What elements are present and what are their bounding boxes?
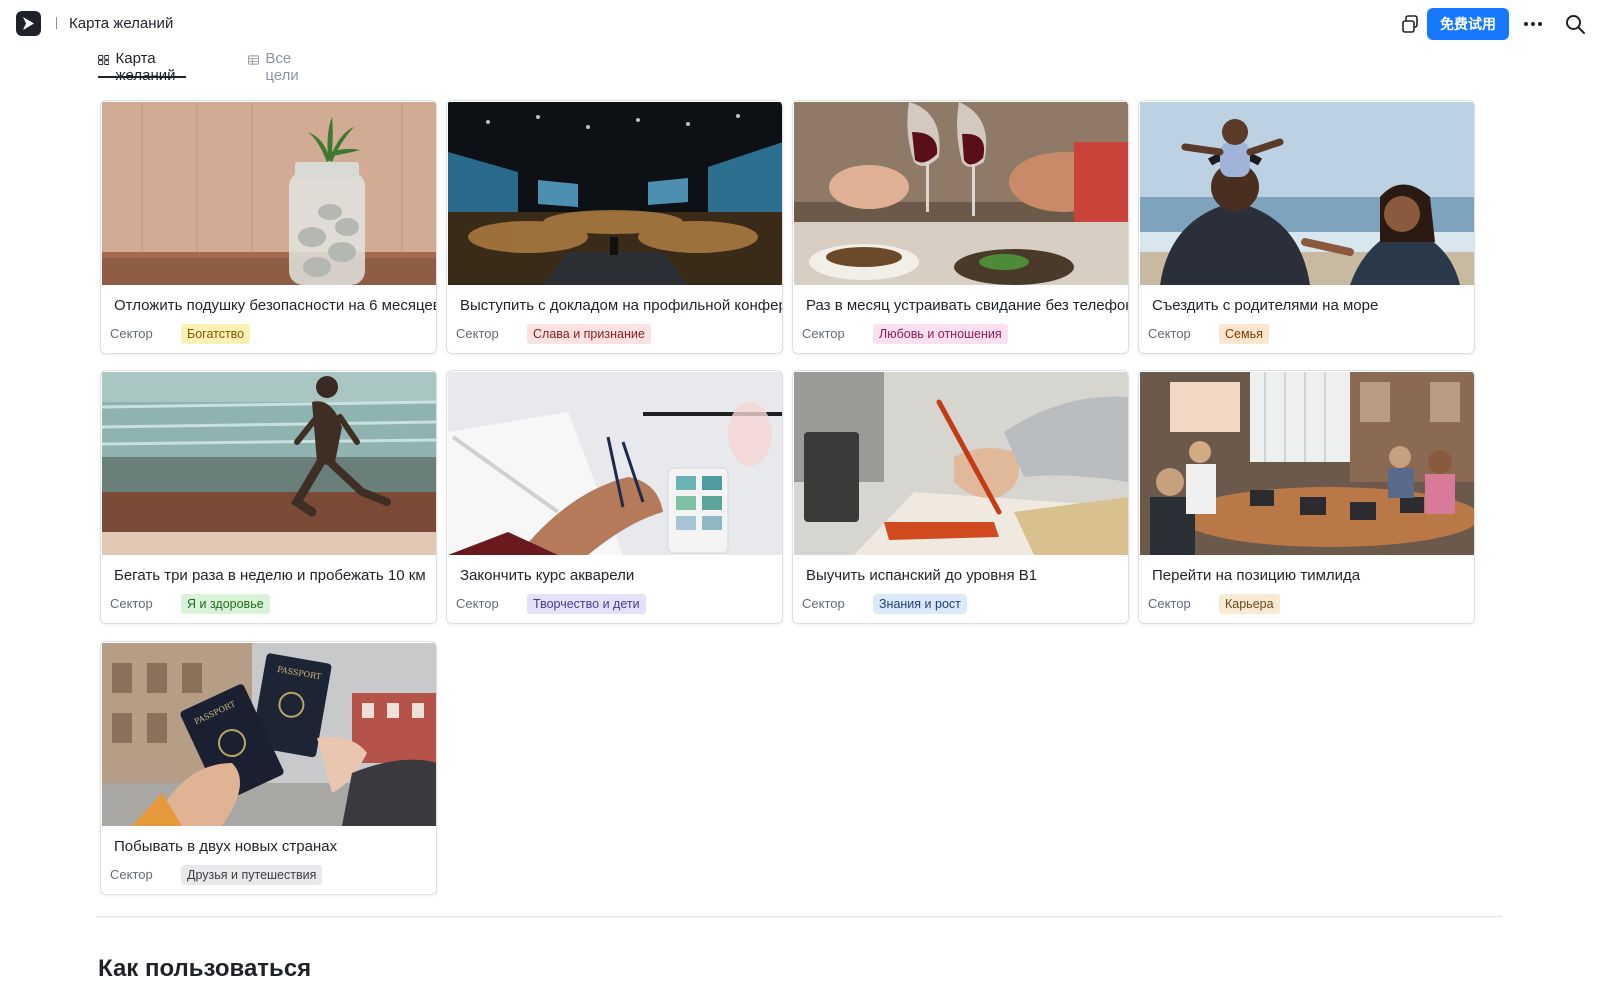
card-item[interactable]: Раз в месяц устраивать свидание без теле…: [792, 100, 1129, 354]
top-bar: Карта желаний 免费试用: [0, 0, 1600, 48]
copy-icon[interactable]: [1400, 14, 1420, 34]
field-label: Сектор: [110, 867, 153, 882]
field-label: Сектор: [456, 596, 499, 611]
card-title: Раз в месяц устраивать свидание без теле…: [806, 297, 1128, 314]
field-label: Сектор: [1148, 596, 1191, 611]
card-item[interactable]: Съездить с родителями на море Сектор Сем…: [1138, 100, 1475, 354]
card-cover-image: [102, 102, 436, 285]
card-item[interactable]: Закончить курс акварели Сектор Творчеств…: [446, 370, 783, 624]
card-title: Отложить подушку безопасности на 6 месяц…: [114, 297, 436, 314]
field-label: Сектор: [802, 596, 845, 611]
gallery-grid-icon: [98, 55, 110, 65]
field-label: Сектор: [802, 326, 845, 341]
card-title: Выступить с докладом на профильной конфе…: [460, 297, 782, 314]
card-item[interactable]: Выступить с докладом на профильной конфе…: [446, 100, 783, 354]
tab-all-goals[interactable]: Все цели: [248, 50, 305, 84]
card-item[interactable]: Отложить подушку безопасности на 6 месяц…: [100, 100, 437, 354]
card-title: Съездить с родителями на море: [1152, 297, 1379, 314]
card-cover-image: [102, 372, 436, 555]
card-title: Перейти на позицию тимлида: [1152, 567, 1361, 584]
card-item[interactable]: Перейти на позицию тимлида Сектор Карьер…: [1138, 370, 1475, 624]
card-title: Закончить курс акварели: [460, 567, 635, 584]
field-label: Сектор: [110, 326, 153, 341]
title-separator: [56, 17, 57, 29]
card-item[interactable]: Бегать три раза в неделю и пробежать 10 …: [100, 370, 437, 624]
card-cover-image: [448, 102, 782, 285]
card-title: Выучить испанский до уровня B1: [806, 567, 1038, 584]
sector-tag: Друзья и путешествия: [181, 865, 323, 885]
search-icon[interactable]: [1564, 13, 1586, 35]
card-cover-image: [1140, 102, 1474, 285]
sector-tag: Карьера: [1219, 594, 1280, 614]
page-title: Карта желаний: [69, 15, 174, 32]
sector-tag: Я и здоровье: [181, 594, 270, 614]
sector-tag: Слава и признание: [527, 324, 651, 344]
table-grid-icon: [248, 55, 260, 65]
card-title: Побывать в двух новых странах: [114, 838, 338, 855]
sector-tag: Любовь и отношения: [873, 324, 1008, 344]
tab-wish-map[interactable]: Карта желаний: [98, 50, 187, 84]
more-icon[interactable]: [1522, 14, 1544, 34]
sector-tag: Семья: [1219, 324, 1269, 344]
card-item[interactable]: PASSPORT PASSPORT Побывать в двух новых …: [100, 641, 437, 895]
free-trial-button[interactable]: 免费试用: [1427, 8, 1509, 40]
section-heading: Как пользоваться: [98, 955, 312, 982]
card-cover-image: [794, 372, 1128, 555]
card-title: Бегать три раза в неделю и пробежать 10 …: [114, 567, 426, 584]
logo-icon[interactable]: [16, 11, 41, 36]
sector-tag: Богатство: [181, 324, 251, 344]
section-divider: [96, 916, 1502, 917]
field-label: Сектор: [110, 596, 153, 611]
tab-label: Все цели: [265, 50, 299, 84]
card-cover-image: [794, 102, 1128, 285]
sector-tag: Знания и рост: [873, 594, 967, 614]
card-cover-image: PASSPORT PASSPORT: [102, 643, 436, 826]
sector-tag: Творчество и дети: [527, 594, 646, 614]
field-label: Сектор: [1148, 326, 1191, 341]
card-cover-image: [1140, 372, 1474, 555]
card-cover-image: [448, 372, 782, 555]
field-label: Сектор: [456, 326, 499, 341]
card-item[interactable]: Выучить испанский до уровня B1 Сектор Зн…: [792, 370, 1129, 624]
tab-label: Карта желаний: [115, 50, 176, 84]
